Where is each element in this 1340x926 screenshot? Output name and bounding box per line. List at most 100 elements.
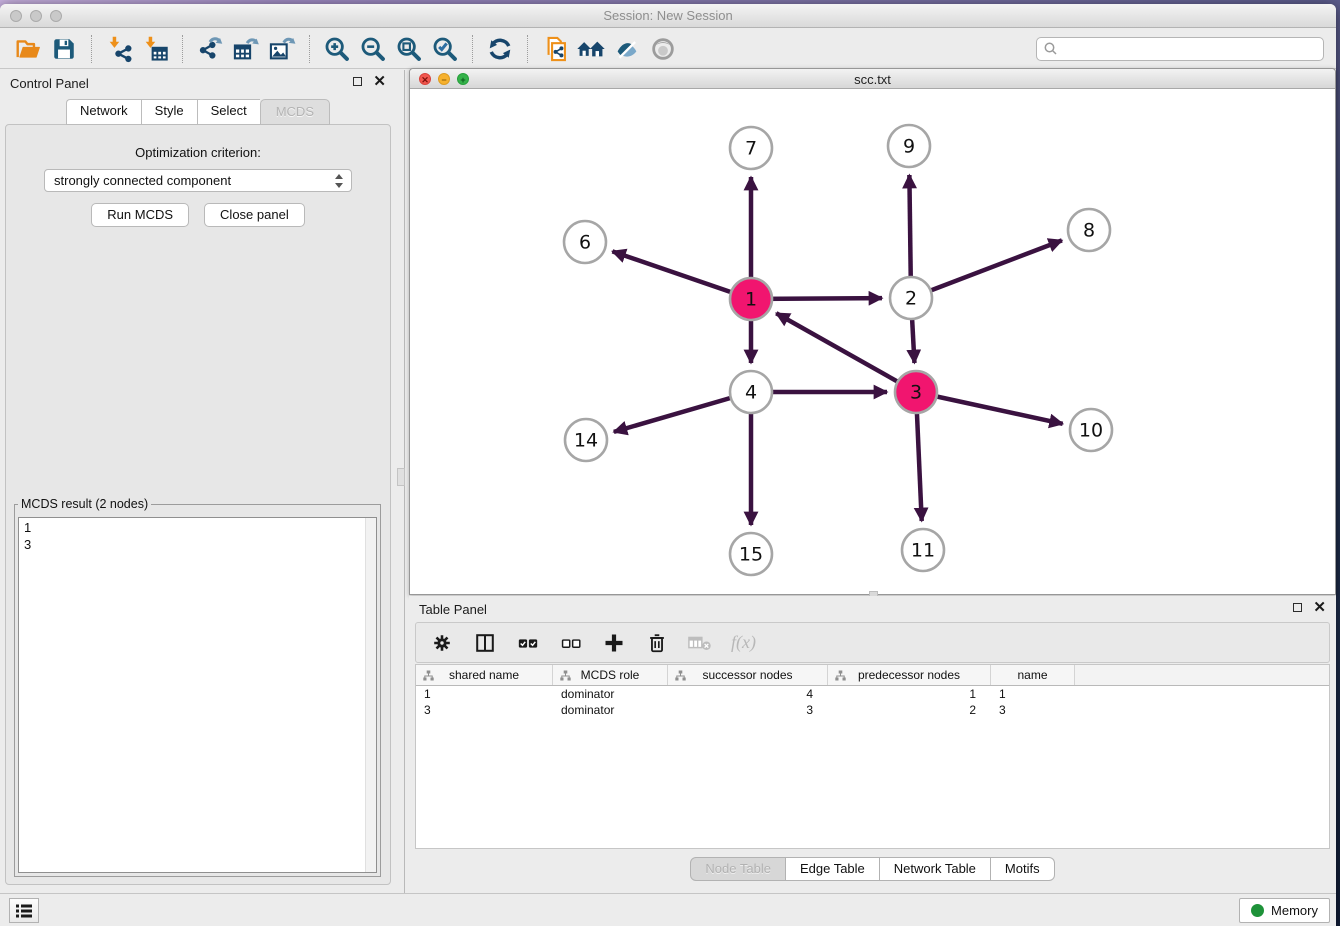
svg-text:11: 11 — [911, 540, 935, 562]
tab-network[interactable]: Network — [66, 99, 141, 125]
export-network-icon[interactable] — [192, 33, 228, 65]
cell-predecessor-nodes[interactable]: 1 — [828, 686, 991, 702]
node-9[interactable]: 9 — [888, 125, 930, 167]
column-header-name[interactable]: name — [991, 665, 1075, 685]
tab-motifs[interactable]: Motifs — [991, 857, 1055, 881]
cell-successor-nodes[interactable]: 4 — [668, 686, 828, 702]
node-8[interactable]: 8 — [1068, 209, 1110, 251]
zoom-in-icon[interactable] — [319, 33, 355, 65]
search-icon — [1043, 41, 1059, 57]
edge-2-8[interactable] — [911, 240, 1062, 298]
optimization-criterion-dropdown[interactable]: strongly connected component — [44, 169, 352, 192]
network-canvas[interactable]: 7 9 6 8 1 2 4 3 14 10 15 11 — [410, 89, 1335, 594]
settings-gear-icon[interactable] — [430, 631, 454, 655]
zoom-selected-icon[interactable] — [427, 33, 463, 65]
close-panel-icon[interactable]: ✕ — [373, 77, 386, 86]
cell-MCDS-role[interactable]: dominator — [553, 686, 668, 702]
zoom-fit-icon[interactable] — [391, 33, 427, 65]
node-4[interactable]: 4 — [730, 371, 772, 413]
hide-details-icon[interactable] — [609, 33, 645, 65]
export-table-icon[interactable] — [228, 33, 264, 65]
network-window-title: scc.txt — [410, 72, 1335, 87]
tab-node-table[interactable]: Node Table — [690, 857, 786, 881]
dropdown-value: strongly connected component — [54, 173, 231, 188]
node-6[interactable]: 6 — [564, 221, 606, 263]
edge-3-1[interactable] — [776, 313, 916, 392]
toolbar-separator — [309, 35, 310, 63]
splitter-grip[interactable] — [397, 468, 405, 486]
node-2[interactable]: 2 — [890, 277, 932, 319]
svg-text:3: 3 — [910, 382, 922, 404]
node-10[interactable]: 10 — [1070, 409, 1112, 451]
select-all-icon[interactable] — [516, 631, 540, 655]
cell-shared-name[interactable]: 1 — [416, 686, 553, 702]
import-table-icon[interactable] — [137, 33, 173, 65]
main-titlebar: Session: New Session — [0, 4, 1336, 28]
cell-successor-nodes[interactable]: 3 — [668, 702, 828, 718]
main-toolbar — [0, 29, 1336, 69]
delete-column-icon[interactable] — [645, 631, 669, 655]
network-graph[interactable]: 7 9 6 8 1 2 4 3 14 10 15 11 — [410, 89, 1335, 594]
mcds-tab-content: Optimization criterion: strongly connect… — [5, 124, 391, 885]
column-header-MCDS-role[interactable]: MCDS role — [553, 665, 668, 685]
tab-mcds[interactable]: MCDS — [260, 99, 330, 125]
svg-text:9: 9 — [903, 136, 915, 158]
search-input[interactable] — [1059, 39, 1323, 59]
table-row[interactable]: 1dominator411 — [416, 686, 1329, 702]
svg-text:7: 7 — [745, 138, 757, 160]
mcds-result-scrollbar[interactable] — [365, 518, 376, 872]
tab-select[interactable]: Select — [197, 99, 260, 125]
cell-MCDS-role[interactable]: dominator — [553, 702, 668, 718]
export-image-icon[interactable] — [264, 33, 300, 65]
cell-predecessor-nodes[interactable]: 2 — [828, 702, 991, 718]
node-7[interactable]: 7 — [730, 127, 772, 169]
column-header-shared-name[interactable]: shared name — [416, 665, 553, 685]
close-panel-button[interactable]: Close panel — [204, 203, 305, 227]
import-network-icon[interactable] — [101, 33, 137, 65]
save-session-icon[interactable] — [46, 33, 82, 65]
float-panel-icon[interactable] — [353, 77, 362, 86]
neighborhood-houses-icon[interactable] — [573, 33, 609, 65]
network-window-titlebar[interactable]: ✕ − + scc.txt — [410, 69, 1335, 89]
split-columns-icon[interactable] — [473, 631, 497, 655]
zoom-out-icon[interactable] — [355, 33, 391, 65]
column-header-predecessor-nodes[interactable]: predecessor nodes — [828, 665, 991, 685]
column-header-successor-nodes[interactable]: successor nodes — [668, 665, 828, 685]
mcds-result-text[interactable]: 1 3 — [18, 517, 377, 873]
node-15[interactable]: 15 — [730, 533, 772, 575]
node-1[interactable]: 1 — [730, 278, 772, 320]
cell-shared-name[interactable]: 3 — [416, 702, 553, 718]
edge-3-10[interactable] — [916, 392, 1063, 424]
table-body: 1dominator4113dominator323 — [416, 686, 1329, 718]
node-14[interactable]: 14 — [565, 419, 607, 461]
clone-network-icon[interactable] — [537, 33, 573, 65]
table-row[interactable]: 3dominator323 — [416, 702, 1329, 718]
task-history-button[interactable] — [9, 898, 39, 923]
control-panel-tabs: NetworkStyleSelectMCDS — [0, 99, 396, 125]
mcds-result-title: MCDS result (2 nodes) — [18, 497, 151, 511]
mcds-result-box: MCDS result (2 nodes) 1 3 — [14, 497, 381, 877]
open-session-icon[interactable] — [10, 33, 46, 65]
panel-splitter[interactable] — [396, 70, 409, 893]
node-3[interactable]: 3 — [895, 371, 937, 413]
cell-name[interactable]: 3 — [991, 702, 1075, 718]
tab-network-table[interactable]: Network Table — [880, 857, 991, 881]
svg-text:15: 15 — [739, 544, 763, 566]
close-table-panel-icon[interactable]: ✕ — [1313, 603, 1326, 612]
node-table[interactable]: shared nameMCDS rolesuccessor nodesprede… — [415, 664, 1330, 849]
svg-text:2: 2 — [905, 288, 917, 310]
float-table-panel-icon[interactable] — [1293, 603, 1302, 612]
run-mcds-button[interactable]: Run MCDS — [91, 203, 189, 227]
refresh-view-icon[interactable] — [482, 33, 518, 65]
node-11[interactable]: 11 — [902, 529, 944, 571]
deselect-all-icon[interactable] — [559, 631, 583, 655]
svg-text:4: 4 — [745, 382, 757, 404]
cell-name[interactable]: 1 — [991, 686, 1075, 702]
search-field[interactable] — [1036, 37, 1324, 61]
list-icon — [15, 903, 33, 919]
memory-button[interactable]: Memory — [1239, 898, 1330, 923]
svg-text:10: 10 — [1079, 420, 1103, 442]
add-column-icon[interactable] — [602, 631, 626, 655]
tab-style[interactable]: Style — [141, 99, 197, 125]
tab-edge-table[interactable]: Edge Table — [786, 857, 880, 881]
